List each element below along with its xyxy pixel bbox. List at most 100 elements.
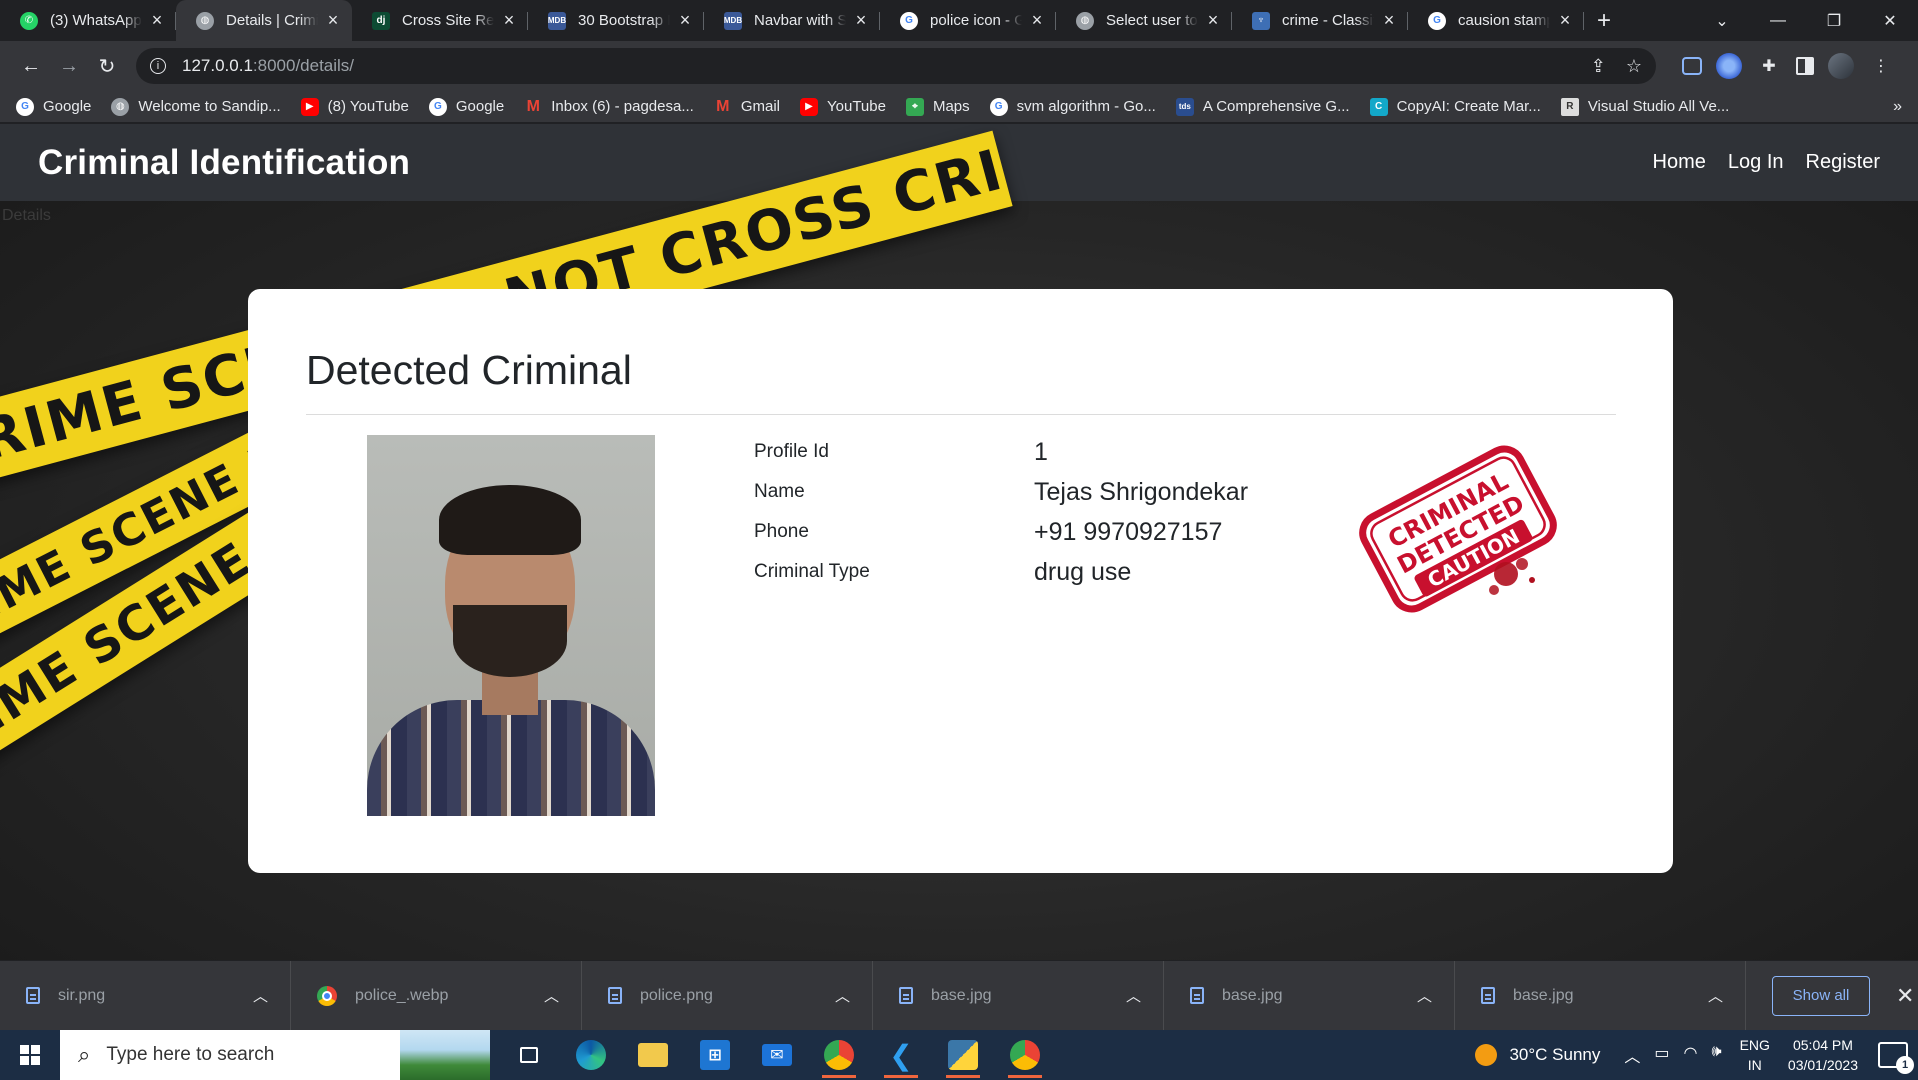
close-icon[interactable]: × <box>1028 10 1046 31</box>
close-icon[interactable]: × <box>324 10 342 31</box>
chevron-up-icon[interactable]: ︿ <box>1417 985 1432 1006</box>
taskbar-mail[interactable]: ✉ <box>746 1030 808 1080</box>
taskbar-store[interactable]: ⊞ <box>684 1030 746 1080</box>
chevron-up-icon[interactable]: ︿ <box>1126 985 1141 1006</box>
taskbar-file-explorer[interactable] <box>622 1030 684 1080</box>
card-title: Detected Criminal <box>306 347 632 393</box>
bookmark-svm[interactable]: Gsvm algorithm - Go... <box>989 97 1156 116</box>
bookmark-copyai[interactable]: C CopyAI: Create Mar... <box>1369 97 1541 116</box>
download-item[interactable]: sir.png ︿ <box>0 960 291 1031</box>
folder-icon <box>638 1043 668 1067</box>
close-icon[interactable]: × <box>676 10 694 31</box>
bookmark-visualstudio[interactable]: R Visual Studio All Ve... <box>1560 97 1729 116</box>
nav-login-link[interactable]: Log In <box>1728 151 1784 174</box>
bookmark-gmail[interactable]: M Gmail <box>714 98 780 116</box>
taskbar-chrome-profile[interactable] <box>994 1030 1056 1080</box>
download-item[interactable]: police_.webp ︿ <box>291 960 582 1031</box>
close-icon[interactable]: ✕ <box>1896 983 1914 1009</box>
start-button[interactable] <box>0 1030 60 1080</box>
tab-select-user[interactable]: ◍ Select user to change × <box>1056 0 1232 41</box>
tab-causion-stamp[interactable]: G causion stamp - Google Search × <box>1408 0 1584 41</box>
taskbar-python[interactable] <box>932 1030 994 1080</box>
tab-navbar-slider[interactable]: MDB Navbar with Slider × <box>704 0 880 41</box>
clock[interactable]: 05:04 PM 03/01/2023 <box>1788 1035 1858 1075</box>
chrome-icon <box>317 985 337 1006</box>
bookmark-star-icon[interactable]: ☆ <box>1626 56 1642 77</box>
side-panel-icon[interactable] <box>1796 57 1814 75</box>
more-bookmarks-icon[interactable]: » <box>1893 98 1902 116</box>
gmail-icon: M <box>716 97 730 115</box>
download-item[interactable]: base.jpg ︿ <box>1455 960 1746 1031</box>
share-icon[interactable]: ⇪ <box>1591 56 1606 77</box>
close-icon[interactable]: × <box>500 10 518 31</box>
browser-extension-icon[interactable] <box>1716 53 1742 79</box>
tab-bootstrap-navbar[interactable]: MDB 30 Bootstrap Navbar × <box>528 0 704 41</box>
download-item[interactable]: base.jpg ︿ <box>873 960 1164 1031</box>
tab-whatsapp[interactable]: ✆ (3) WhatsApp × <box>0 0 176 41</box>
tab-crime-classification[interactable]: ♆ crime - Classification × <box>1232 0 1408 41</box>
new-tab-button[interactable]: + <box>1584 0 1624 41</box>
tab-police-icon[interactable]: G police icon - Google Search × <box>880 0 1056 41</box>
download-name: base.jpg <box>1513 986 1574 1004</box>
bookmark-youtube-8[interactable]: ▶ (8) YouTube <box>300 97 409 116</box>
chevron-up-icon[interactable]: ︿ <box>1708 985 1723 1006</box>
close-window-icon[interactable]: ✕ <box>1862 11 1918 31</box>
address-bar[interactable]: i 127.0.0.1:8000/details/ ⇪ ☆ <box>136 48 1656 84</box>
profile-avatar-icon[interactable] <box>1828 53 1854 79</box>
tab-details[interactable]: ◍ Details | Criminal Identification × <box>176 0 352 41</box>
taskbar-edge[interactable] <box>560 1030 622 1080</box>
volume-icon[interactable]: 🕪 <box>1711 1043 1721 1067</box>
nav-register-link[interactable]: Register <box>1806 151 1880 174</box>
nav-home-link[interactable]: Home <box>1653 151 1706 174</box>
screen-capture-icon[interactable] <box>1682 57 1702 75</box>
download-item[interactable]: base.jpg ︿ <box>1164 960 1455 1031</box>
chevron-up-icon[interactable]: ︿ <box>253 985 268 1006</box>
bookmark-inbox[interactable]: M Inbox (6) - pagdesa... <box>524 98 694 116</box>
site-brand[interactable]: Criminal Identification <box>38 143 410 183</box>
store-icon: ⊞ <box>700 1040 730 1070</box>
task-view-button[interactable] <box>498 1030 560 1080</box>
taskbar-search[interactable]: ⌕ Type here to search <box>60 1030 490 1080</box>
close-icon[interactable]: × <box>148 10 166 31</box>
puzzle-icon[interactable]: ✚ <box>1756 53 1782 79</box>
back-button[interactable]: ← <box>12 47 50 85</box>
chrome-icon <box>824 1040 854 1070</box>
tab-csrf[interactable]: dj Cross Site Request Forgery × <box>352 0 528 41</box>
tab-title: Navbar with Slider <box>754 12 846 29</box>
crime-site-icon: ♆ <box>1252 11 1270 30</box>
notification-center-icon[interactable]: 1 <box>1878 1042 1914 1074</box>
chevron-up-icon[interactable]: ︿ <box>544 985 559 1006</box>
bookmark-google-2[interactable]: G Google <box>428 97 504 116</box>
download-item[interactable]: police.png ︿ <box>582 960 873 1031</box>
show-all-button[interactable]: Show all <box>1772 975 1870 1016</box>
close-icon[interactable]: × <box>1380 10 1398 31</box>
battery-icon[interactable]: ▭ <box>1654 1043 1669 1067</box>
wifi-icon[interactable]: ◠ <box>1684 1043 1698 1067</box>
chevron-up-icon[interactable]: ︿ <box>835 985 850 1006</box>
taskbar-vscode[interactable]: ❮ <box>870 1030 932 1080</box>
bookmark-google[interactable]: G Google <box>16 97 91 116</box>
tab-search-icon[interactable]: ⌄ <box>1694 11 1750 31</box>
language-indicator[interactable]: ENG IN <box>1740 1035 1770 1075</box>
close-icon[interactable]: × <box>1204 10 1222 31</box>
bookmark-comprehensive[interactable]: tds A Comprehensive G... <box>1175 97 1350 116</box>
reload-button[interactable]: ↻ <box>88 47 126 85</box>
menu-kebab-icon[interactable]: ⋮ <box>1868 53 1894 79</box>
bookmark-youtube[interactable]: ▶ YouTube <box>800 97 886 116</box>
youtube-icon: ▶ <box>800 97 818 116</box>
bookmark-maps[interactable]: ⌖ Maps <box>905 97 970 116</box>
taskbar-chrome[interactable] <box>808 1030 870 1080</box>
nav-links: Home Log In Register <box>1653 151 1880 174</box>
search-placeholder: Type here to search <box>106 1044 275 1065</box>
close-icon[interactable]: × <box>1556 10 1574 31</box>
info-icon[interactable]: i <box>150 58 166 74</box>
file-icon <box>26 987 40 1004</box>
chevron-up-icon[interactable]: ︿ <box>1624 1043 1640 1067</box>
minimize-icon[interactable]: — <box>1750 12 1806 30</box>
forward-button[interactable]: → <box>50 47 88 85</box>
copyai-icon: C <box>1369 97 1388 116</box>
weather-text[interactable]: 30°C Sunny <box>1509 1045 1600 1065</box>
bookmark-sandip[interactable]: ◍ Welcome to Sandip... <box>111 97 281 116</box>
close-icon[interactable]: × <box>852 10 870 31</box>
restore-icon[interactable]: ❐ <box>1806 11 1862 31</box>
